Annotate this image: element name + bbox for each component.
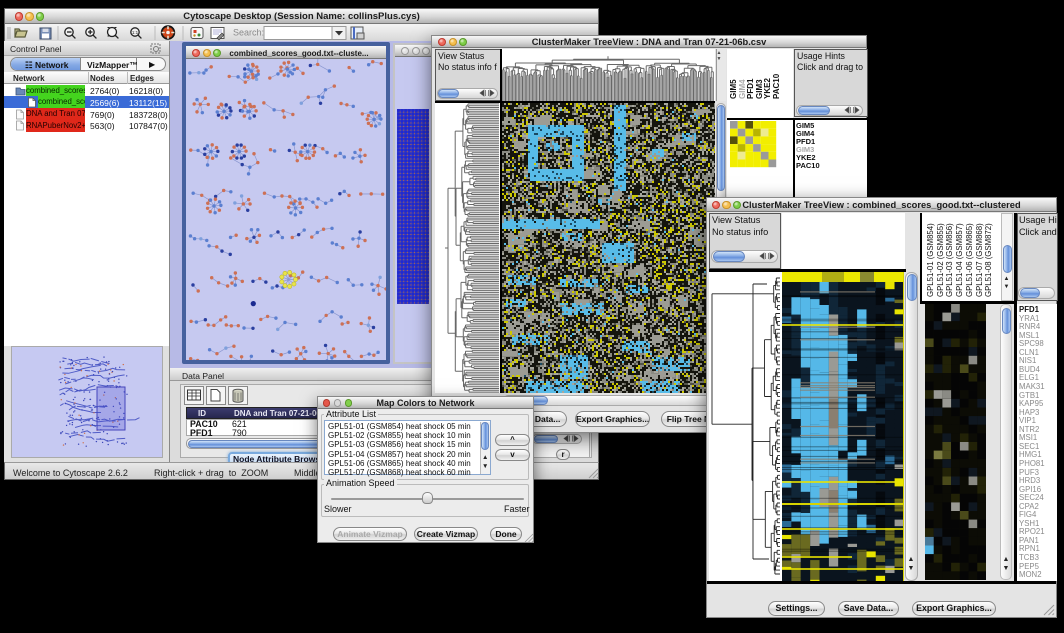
svg-text:Search:: Search: bbox=[233, 28, 264, 38]
svg-text:1:1: 1:1 bbox=[132, 30, 139, 35]
